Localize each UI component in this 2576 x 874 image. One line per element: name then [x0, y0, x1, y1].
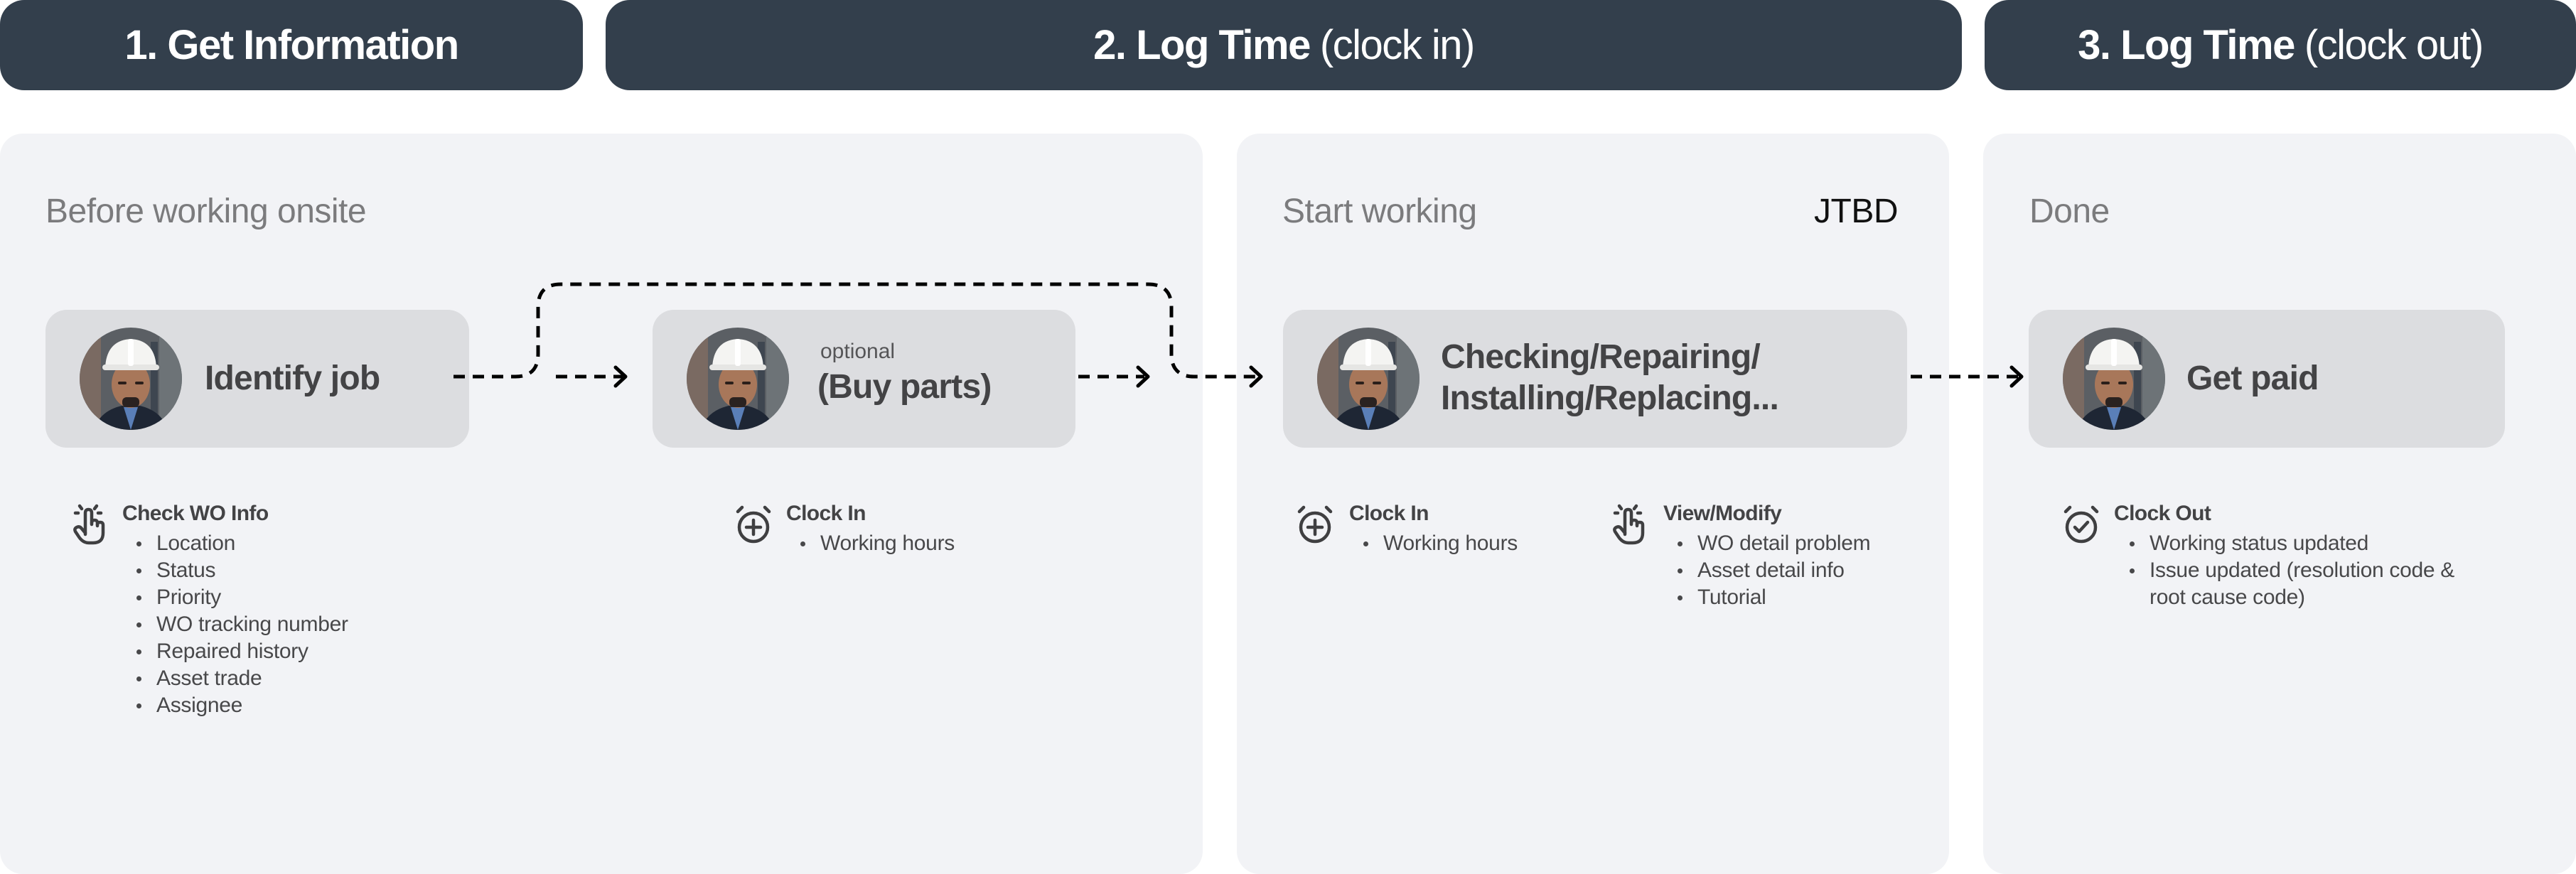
alarm-clock-plus-icon	[1295, 503, 1335, 546]
phase-title: 1. Get Information	[124, 22, 459, 68]
action-title: Clock Out	[2114, 502, 2211, 525]
step-card-identify-job: Identify job	[45, 310, 469, 448]
tap-hand-icon	[70, 503, 109, 546]
step-card-get-paid: Get paid	[2029, 310, 2505, 448]
action-title: View/Modify	[1663, 502, 1782, 525]
list-item: Repaired history	[136, 638, 526, 665]
action-item-list: Working status updated Issue updated (re…	[2130, 530, 2491, 611]
phase-header-get-information: 1. Get Information	[0, 0, 583, 90]
worker-avatar	[80, 328, 182, 430]
alarm-clock-check-icon	[2061, 503, 2101, 546]
tap-hand-icon	[1609, 503, 1649, 546]
list-item: Asset trade	[136, 665, 526, 692]
action-title: Check WO Info	[122, 502, 269, 525]
list-item: Working status updated	[2130, 530, 2491, 557]
step-title-line1: Checking/Repairing/	[1441, 338, 1761, 376]
action-item-list: Location Status Priority WO tracking num…	[136, 530, 526, 719]
step-title-line2: Installing/Replacing...	[1441, 379, 1779, 417]
action-item-list: Working hours	[800, 530, 1190, 557]
jtbd-tag: JTBD	[1814, 193, 1899, 230]
list-item: Working hours	[800, 530, 1190, 557]
list-item: Priority	[136, 584, 526, 611]
section-label-done: Done	[2029, 193, 2110, 230]
step-card-buy-parts: optional (Buy parts)	[653, 310, 1075, 448]
step-title: (Buy parts)	[817, 368, 992, 406]
list-item: Location	[136, 530, 526, 557]
step-title: Get paid	[2186, 360, 2319, 397]
phase-subtitle: (clock out)	[2304, 22, 2484, 68]
section-label-start-working: Start working	[1282, 193, 1477, 230]
action-title: Clock In	[786, 502, 866, 525]
step-title: Identify job	[205, 360, 380, 397]
list-item: WO tracking number	[136, 611, 526, 638]
step-card-checking-repairing: Checking/Repairing/ Installing/Replacing…	[1283, 310, 1907, 448]
action-item-list: WO detail problem Asset detail info Tuto…	[1678, 530, 2067, 611]
panel-start-working	[1237, 134, 1949, 874]
phase-title: 3. Log Time	[2078, 22, 2295, 68]
worker-avatar	[2063, 328, 2165, 430]
worker-avatar	[1317, 328, 1420, 430]
phase-header-log-time-clock-out: 3. Log Time (clock out)	[1985, 0, 2576, 90]
list-item: Assignee	[136, 692, 526, 719]
phase-subtitle: (clock in)	[1319, 22, 1476, 68]
phase-header-log-time-clock-in: 2. Log Time (clock in)	[606, 0, 1962, 90]
optional-label: optional	[820, 340, 896, 363]
action-title: Clock In	[1349, 502, 1429, 525]
list-item: Status	[136, 557, 526, 584]
alarm-clock-plus-icon	[734, 503, 773, 546]
phase-title: 2. Log Time	[1093, 22, 1311, 68]
worker-avatar	[687, 328, 789, 430]
list-item: WO detail problem	[1678, 530, 2067, 557]
list-item: Asset detail info	[1678, 557, 2067, 584]
list-item: Issue updated (resolution code & root ca…	[2130, 557, 2491, 611]
list-item: Tutorial	[1678, 584, 2067, 611]
section-label-before-working: Before working onsite	[45, 193, 367, 230]
